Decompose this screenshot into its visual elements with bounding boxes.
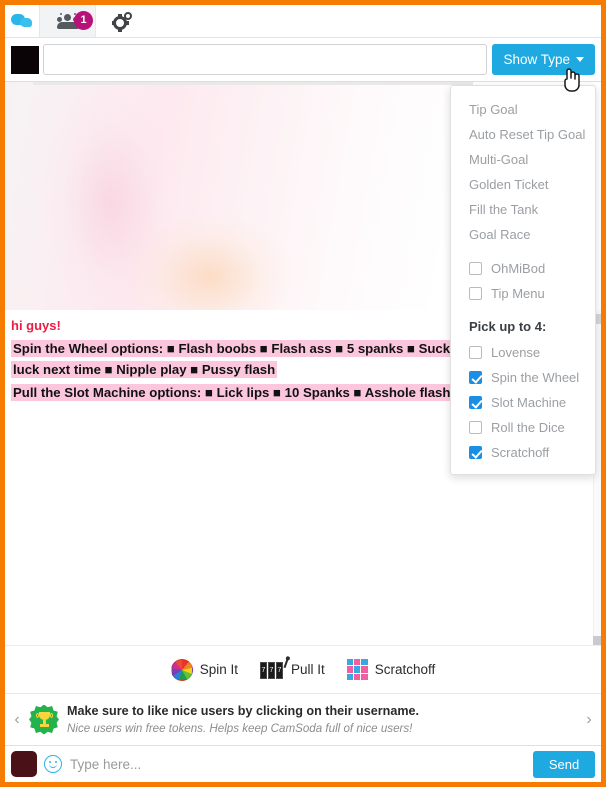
- cam-top-strip: [33, 82, 473, 85]
- topic-bar: Show Type: [5, 38, 601, 82]
- pull-it-label: Pull It: [290, 662, 325, 677]
- chat-bubble-icon: [11, 14, 33, 28]
- scratchoff-label: Scratchoff: [374, 662, 436, 677]
- users-count-badge: 1: [74, 11, 93, 30]
- checkbox-roll-the-dice[interactable]: Roll the Dice: [451, 415, 595, 440]
- spin-it-label: Spin It: [199, 662, 238, 677]
- checkbox-tip-menu-label: Tip Menu: [491, 286, 545, 301]
- tab-chat[interactable]: [5, 5, 39, 37]
- notice-text: Make sure to like nice users by clicking…: [67, 703, 581, 736]
- chevron-right-icon[interactable]: ›: [581, 711, 597, 729]
- dropdown-divider-2: [451, 306, 595, 315]
- spin-it-button[interactable]: Spin It: [170, 658, 238, 681]
- smiley-icon[interactable]: [44, 755, 62, 773]
- cam-thumbnail: [11, 45, 39, 74]
- checkbox-ohmibod-box[interactable]: [469, 262, 482, 275]
- dropdown-item-auto-reset-tip-goal[interactable]: Auto Reset Tip Goal: [451, 122, 595, 147]
- checkbox-ohmibod-label: OhMiBod: [491, 261, 546, 276]
- chat-username: hi guys!: [11, 318, 61, 333]
- message-input-bar: Send: [5, 745, 601, 782]
- notice-subtitle: Nice users win free tokens. Helps keep C…: [67, 722, 413, 736]
- checkbox-scratchoff-label: Scratchoff: [491, 445, 550, 460]
- chevron-left-icon[interactable]: ‹: [9, 711, 25, 729]
- dropdown-item-golden-ticket[interactable]: Golden Ticket: [451, 172, 595, 197]
- checkbox-roll-the-dice-label: Roll the Dice: [491, 420, 565, 435]
- message-input[interactable]: [70, 756, 533, 772]
- avatar[interactable]: [11, 751, 37, 777]
- chat-window: 1 Show Type hi guys! Spin the Wheel opti…: [0, 0, 606, 787]
- pick-up-to-4-heading: Pick up to 4:: [469, 319, 547, 334]
- checkbox-ohmibod[interactable]: OhMiBod: [451, 256, 595, 281]
- gear-icon: [111, 11, 135, 32]
- checkbox-roll-the-dice-box[interactable]: [469, 421, 482, 434]
- checkbox-tip-menu-box[interactable]: [469, 287, 482, 300]
- checkbox-scratchoff[interactable]: Scratchoff: [451, 440, 595, 465]
- dropdown-item-multi-goal[interactable]: Multi-Goal: [451, 147, 595, 172]
- checkbox-spin-the-wheel-label: Spin the Wheel: [491, 370, 580, 385]
- checkbox-slot-machine[interactable]: Slot Machine: [451, 390, 595, 415]
- checkbox-lovense[interactable]: Lovense: [451, 340, 595, 365]
- chevron-down-icon: [576, 57, 584, 62]
- tab-bar: 1: [5, 5, 601, 38]
- wheel-icon: [170, 658, 193, 681]
- scratchoff-grid-icon: [346, 659, 368, 680]
- trophy-badge-icon: [29, 704, 59, 735]
- slot-machine-icon: 777: [259, 658, 289, 679]
- topic-input[interactable]: [43, 44, 488, 75]
- tab-users[interactable]: 1: [39, 5, 95, 37]
- scratchoff-button[interactable]: Scratchoff: [346, 659, 436, 680]
- checkbox-lovense-box[interactable]: [469, 346, 482, 359]
- tab-settings[interactable]: [95, 5, 151, 37]
- chat-scrollbar-thumb-bottom[interactable]: [593, 636, 601, 645]
- dropdown-item-tip-goal[interactable]: Tip Goal: [451, 97, 595, 122]
- show-type-label: Show Type: [503, 52, 570, 67]
- checkbox-slot-machine-label: Slot Machine: [491, 395, 567, 410]
- dropdown-divider: [451, 247, 595, 256]
- notice-banner: ‹ Make sure to like nice users by clicki…: [5, 693, 601, 745]
- send-button[interactable]: Send: [533, 750, 595, 778]
- pull-it-button[interactable]: 777 Pull It: [259, 658, 325, 679]
- dropdown-item-fill-the-tank[interactable]: Fill the Tank: [451, 197, 595, 222]
- checkbox-lovense-label: Lovense: [491, 345, 541, 360]
- checkbox-spin-the-wheel-box[interactable]: [469, 371, 482, 384]
- show-type-button[interactable]: Show Type: [492, 44, 595, 75]
- checkbox-tip-menu[interactable]: Tip Menu: [451, 281, 595, 306]
- dropdown-item-goal-race[interactable]: Goal Race: [451, 222, 595, 247]
- checkbox-slot-machine-box[interactable]: [469, 396, 482, 409]
- notice-title: Make sure to like nice users by clicking…: [67, 703, 420, 718]
- show-type-dropdown: Tip Goal Auto Reset Tip Goal Multi-Goal …: [450, 85, 596, 475]
- checkbox-spin-the-wheel[interactable]: Spin the Wheel: [451, 365, 595, 390]
- checkbox-scratchoff-box[interactable]: [469, 446, 482, 459]
- game-bar: Spin It 777 Pull It Scratchoff: [5, 645, 601, 693]
